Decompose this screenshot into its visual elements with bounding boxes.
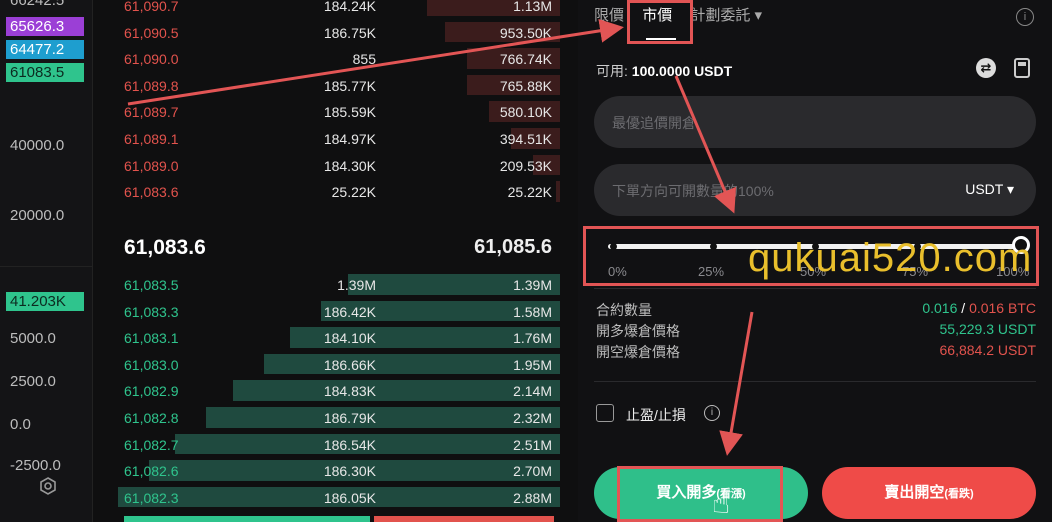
annotation-arrows: [127, 18, 754, 456]
arrow-to-buy: [719, 311, 754, 456]
arrow-to-slider: [674, 75, 737, 214]
hand-cursor-icon: ☝: [712, 487, 731, 520]
arrow-to-market-tab: [127, 18, 624, 106]
